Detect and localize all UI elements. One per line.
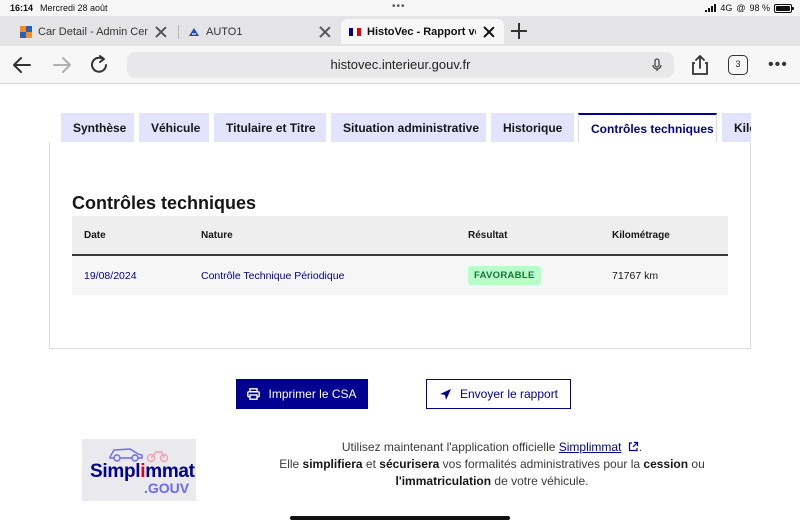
simplimmat-link[interactable]: Simplimmat [559, 440, 622, 454]
french-flag-favicon-icon [349, 27, 361, 36]
send-arrow-icon [439, 388, 451, 400]
tab-label: Contrôles techniques [591, 122, 714, 136]
controles-techniques-panel: Contrôles techniques Date Nature Résulta… [49, 142, 751, 349]
panel-title: Contrôles techniques [72, 193, 257, 213]
table-row: 19/08/2024 Contrôle Technique Périodique… [72, 256, 728, 295]
forward-arrow-icon[interactable] [50, 54, 74, 76]
promo-line-2: Elle simplifiera et sécurisera vos forma… [279, 457, 705, 471]
status-indicators: 4G @ 98 % [705, 3, 794, 13]
browser-tab-auto1[interactable]: AUTO1 [180, 19, 340, 44]
column-header-nature: Nature [201, 229, 233, 241]
share-icon[interactable] [688, 54, 712, 76]
browser-tab-histovec[interactable]: HistoVec - Rapport vendeur [341, 19, 504, 44]
row-date: 19/08/2024 [84, 269, 137, 282]
close-tab-icon[interactable] [318, 25, 332, 39]
tab-titulaire-et-titre[interactable]: Titulaire et Titre [214, 113, 326, 142]
url-text: histovec.interieur.gouv.fr [330, 57, 471, 72]
home-indicator[interactable] [290, 516, 510, 520]
print-csa-label: Imprimer le CSA [268, 387, 357, 401]
status-bar: 16:14 Mercredi 28 août ••• 4G @ 98 % [0, 0, 800, 16]
new-tab-plus-icon[interactable] [510, 22, 528, 40]
tab-historique[interactable]: Historique [491, 113, 574, 142]
address-bar[interactable]: histovec.interieur.gouv.fr [127, 52, 674, 78]
send-report-button[interactable]: Envoyer le rapport [426, 379, 571, 409]
row-kilometrage: 71767 km [612, 269, 659, 282]
browser-toolbar: histovec.interieur.gouv.fr 3 ••• [0, 46, 800, 84]
page-content: Synthèse Véhicule Titulaire et Titre Sit… [0, 85, 800, 525]
tab-controles-techniques[interactable]: Contrôles techniques [578, 113, 717, 142]
external-link-icon [628, 441, 638, 452]
multitasking-dots-icon[interactable]: ••• [392, 1, 406, 12]
controles-table: Date Nature Résultat Kilométrage 19/08/2… [72, 216, 728, 295]
column-header-resultat: Résultat [468, 229, 508, 241]
tab-label: Situation administrative [343, 120, 480, 135]
status-badge: FAVORABLE [468, 266, 541, 285]
browser-tab-title: AUTO1 [206, 25, 243, 38]
tab-label: Historique [503, 120, 563, 135]
battery-icon [774, 3, 794, 13]
status-date: Mercredi 28 août [40, 3, 108, 13]
close-tab-icon[interactable] [482, 25, 496, 39]
row-result: FAVORABLE [468, 256, 541, 295]
back-arrow-icon[interactable] [10, 54, 34, 76]
car-and-motorbike-icon [109, 448, 169, 463]
close-tab-icon[interactable] [154, 25, 168, 39]
print-csa-button[interactable]: Imprimer le CSA [236, 379, 368, 409]
browser-tab-car-detail[interactable]: Car Detail - Admin Center [12, 19, 176, 44]
tab-synthese[interactable]: Synthèse [61, 113, 134, 142]
row-nature: Contrôle Technique Périodique [201, 269, 345, 282]
microphone-icon[interactable] [650, 58, 664, 72]
section-tabs: Synthèse Véhicule Titulaire et Titre Sit… [61, 113, 751, 142]
tab-kilometrage[interactable]: Kilométrage [722, 113, 751, 142]
tab-vehicule[interactable]: Véhicule [139, 113, 209, 142]
browser-tab-title: HistoVec - Rapport vendeur [367, 25, 476, 38]
tab-label: Titulaire et Titre [226, 120, 316, 135]
tab-separator [178, 25, 179, 39]
reload-icon[interactable] [88, 54, 112, 76]
promo-line-3: l'immatriculation de votre véhicule. [395, 474, 589, 488]
table-header: Date Nature Résultat Kilométrage [72, 216, 728, 256]
auto1-favicon-icon [189, 27, 199, 36]
tab-label: Kilométrage [734, 120, 751, 135]
column-header-date: Date [84, 229, 106, 241]
admin-center-favicon-icon [20, 25, 32, 38]
gouv-wordmark: .GOUV [144, 480, 190, 496]
network-type: 4G [720, 3, 733, 13]
browser-tab-title: Car Detail - Admin Center [38, 25, 148, 38]
browser-tab-bar: Car Detail - Admin Center AUTO1 HistoVec… [0, 16, 800, 46]
tab-situation-administrative[interactable]: Situation administrative [331, 113, 486, 142]
tab-overview-button[interactable]: 3 [728, 55, 748, 75]
printer-icon [247, 388, 261, 400]
tab-label: Synthèse [73, 120, 127, 135]
simplimmat-promo-text: Utilisez maintenant l'application offici… [212, 439, 772, 490]
send-report-label: Envoyer le rapport [459, 387, 559, 401]
location-icon: @ [736, 3, 746, 13]
battery-percent: 98 % [749, 3, 770, 13]
tab-label: Véhicule [151, 120, 201, 135]
status-time: 16:14 [10, 3, 34, 13]
cellular-signal-icon [705, 4, 717, 12]
simplimmat-logo[interactable]: Simplimmat .GOUV [82, 439, 196, 501]
column-header-kilometrage: Kilométrage [612, 229, 670, 241]
more-options-icon[interactable]: ••• [768, 57, 788, 73]
promo-line-1: Utilisez maintenant l'application offici… [341, 440, 643, 454]
